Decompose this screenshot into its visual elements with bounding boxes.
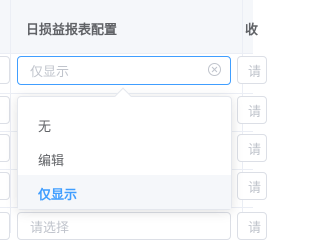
- option-label: 仅显示: [38, 188, 78, 203]
- select-placeholder: 请: [248, 65, 262, 80]
- table-header: 日损益报表配置 收: [0, 0, 258, 54]
- next-column-select[interactable]: 请: [237, 134, 267, 162]
- select-placeholder: 请选择: [30, 221, 70, 236]
- select-placeholder: 请: [248, 143, 262, 158]
- option-label: 无: [38, 120, 52, 135]
- left-column-select[interactable]: [0, 172, 10, 200]
- dropdown-option-display-only[interactable]: 仅显示: [18, 175, 231, 209]
- column-header-daily-pnl-config: 日损益报表配置: [26, 23, 118, 38]
- select-placeholder: 请: [248, 105, 262, 120]
- left-column-select[interactable]: [0, 56, 10, 84]
- clear-icon[interactable]: [208, 63, 221, 76]
- option-label: 编辑: [38, 154, 65, 169]
- dropdown-option-edit[interactable]: 编辑: [18, 141, 231, 175]
- column-header-next: 收: [245, 23, 259, 38]
- next-column-select[interactable]: 请: [237, 212, 267, 240]
- dropdown-option-none[interactable]: 无: [18, 107, 231, 141]
- next-column-select[interactable]: 请: [237, 96, 267, 124]
- select-placeholder: 请: [248, 221, 262, 236]
- left-column-select[interactable]: [0, 134, 10, 162]
- daily-pnl-config-select[interactable]: 仅显示: [17, 56, 231, 85]
- left-column-select[interactable]: [0, 96, 10, 124]
- daily-pnl-config-select[interactable]: 请选择: [17, 212, 231, 240]
- select-dropdown: 无 编辑 仅显示: [17, 96, 232, 210]
- select-placeholder: 请: [248, 181, 262, 196]
- next-column-select[interactable]: 请: [237, 172, 267, 200]
- column-divider: [10, 0, 11, 233]
- left-column-select[interactable]: [0, 212, 10, 240]
- next-column-select[interactable]: 请: [237, 56, 267, 84]
- select-placeholder: 仅显示: [30, 65, 70, 80]
